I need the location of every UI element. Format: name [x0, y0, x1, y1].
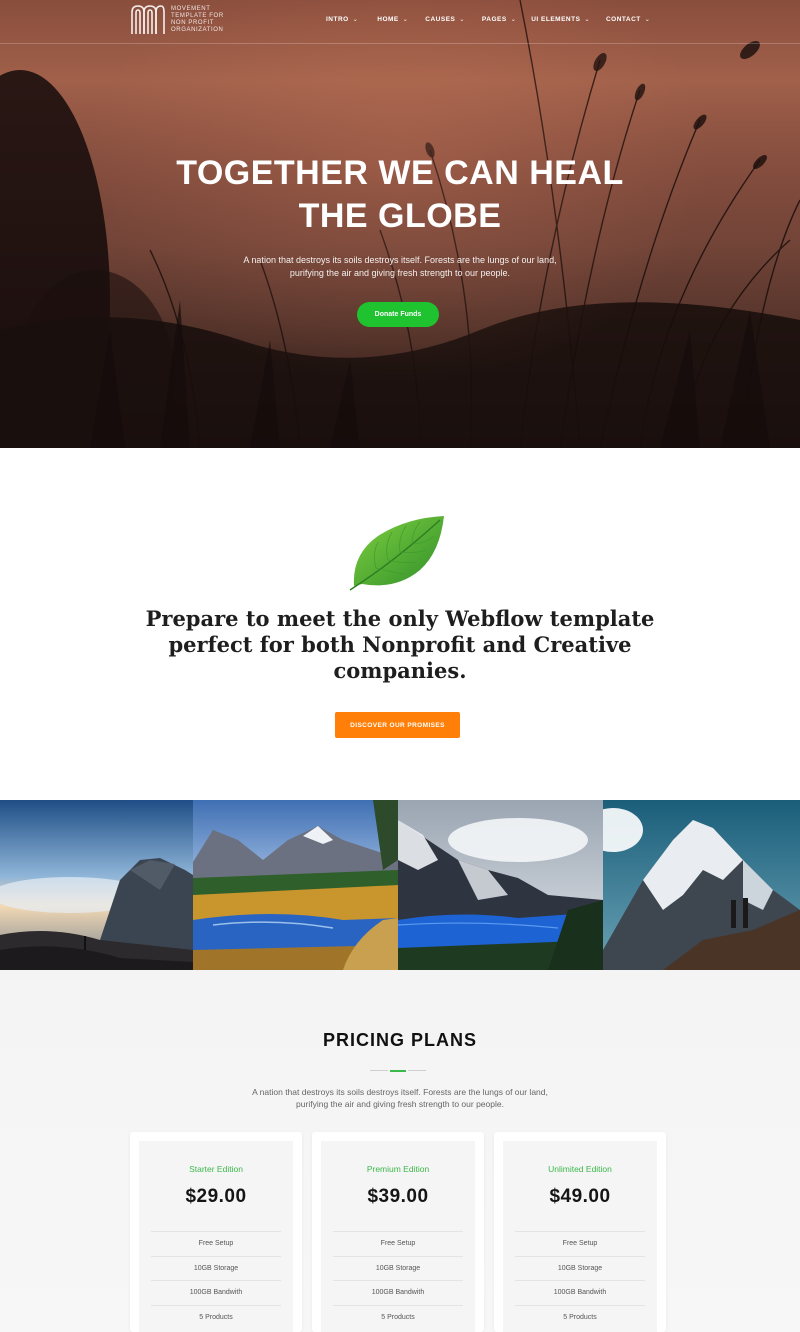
plan-feature: 100GB Bandwith — [333, 1280, 463, 1305]
logo[interactable]: MOVEMENT TEMPLATE FOR NON PROFIT ORGANIZ… — [130, 4, 235, 35]
plan-card-body: Premium Edition $39.00 Free Setup 10GB S… — [321, 1141, 475, 1332]
pricing-title: PRICING PLANS — [322, 1030, 477, 1050]
plan-features: Free Setup 10GB Storage 100GB Bandwith 5… — [151, 1231, 281, 1329]
intro-headline: Prepare to meet the only Webflow templat… — [140, 606, 660, 684]
leaf-icon — [349, 516, 444, 591]
navbar: MOVEMENT TEMPLATE FOR NON PROFIT ORGANIZ… — [0, 0, 800, 44]
donate-funds-button[interactable]: Donate Funds — [357, 302, 439, 327]
nav-item-pages[interactable]: PAGES ⌄ — [482, 16, 516, 23]
image-gallery — [0, 800, 800, 970]
plan-feature: 5 Products — [333, 1304, 463, 1330]
plan-feature: 10GB Storage — [151, 1255, 281, 1281]
plan-feature: Free Setup — [151, 1231, 281, 1256]
chevron-down-icon: ⌄ — [584, 17, 590, 23]
plan-card-body: Unlimited Edition $49.00 Free Setup 10GB… — [503, 1141, 657, 1332]
main-nav: INTRO ⌄ HOME ⌄ CAUSES ⌄ PAGES ⌄ UI ELEME… — [326, 16, 650, 23]
gallery-image-snowy-peak[interactable] — [603, 800, 800, 970]
hero-section: MOVEMENT TEMPLATE FOR NON PROFIT ORGANIZ… — [0, 0, 800, 448]
plan-feature: 10GB Storage — [333, 1255, 463, 1281]
intro-line-2: perfect for both Nonprofit and Creative — [168, 632, 632, 657]
gallery-image-autumn-lake[interactable] — [193, 800, 398, 970]
plan-feature: 5 Products — [151, 1304, 281, 1330]
intro-section: Prepare to meet the only Webflow templat… — [0, 448, 800, 800]
intro-line-1: Prepare to meet the only Webflow templat… — [145, 606, 655, 631]
chevron-down-icon: ⌄ — [352, 17, 359, 23]
logo-text: MOVEMENT TEMPLATE FOR NON PROFIT ORGANIZ… — [171, 5, 224, 33]
discover-promises-button[interactable]: DISCOVER OUR PROMISES — [335, 712, 460, 738]
plan-features: Free Setup 10GB Storage 100GB Bandwith 5… — [333, 1231, 463, 1329]
plan-features: Free Setup 10GB Storage 100GB Bandwith 5… — [515, 1231, 645, 1329]
plan-feature: Free Setup — [515, 1231, 645, 1256]
chevron-down-icon: ⌄ — [459, 17, 465, 23]
nav-item-label: INTRO — [326, 16, 349, 23]
plan-price: $39.00 — [367, 1186, 429, 1207]
plan-card-body: Starter Edition $29.00 Free Setup 10GB S… — [139, 1141, 293, 1332]
intro-line-3: companies. — [333, 658, 467, 683]
plan-card-premium[interactable]: Premium Edition $39.00 Free Setup 10GB S… — [312, 1132, 484, 1332]
hero-title-line-2: THE GLOBE — [298, 197, 502, 235]
plan-price: $29.00 — [185, 1186, 247, 1207]
hero-title-line-1: TOGETHER WE CAN HEAL — [176, 154, 624, 192]
nav-item-causes[interactable]: CAUSES ⌄ — [425, 16, 465, 23]
gallery-image-misty-mountain[interactable] — [0, 800, 193, 970]
pricing-divider — [370, 1070, 426, 1072]
nav-item-label: CAUSES — [425, 16, 456, 23]
nav-item-home[interactable]: HOME ⌄ — [377, 16, 408, 23]
hero-subtitle: A nation that destroys its soils destroy… — [243, 255, 557, 278]
nav-item-intro[interactable]: INTRO ⌄ — [326, 16, 358, 23]
chevron-down-icon: ⌄ — [510, 17, 517, 23]
chevron-down-icon: ⌄ — [644, 17, 651, 23]
plan-card-starter[interactable]: Starter Edition $29.00 Free Setup 10GB S… — [130, 1132, 302, 1332]
plan-name: Premium Edition — [366, 1164, 430, 1174]
plan-feature: 5 Products — [515, 1304, 645, 1330]
chevron-down-icon: ⌄ — [402, 17, 409, 23]
nav-item-label: HOME — [377, 16, 399, 23]
plan-card-unlimited[interactable]: Unlimited Edition $49.00 Free Setup 10GB… — [494, 1132, 666, 1332]
plan-name: Starter Edition — [189, 1164, 243, 1174]
plan-feature: 100GB Bandwith — [515, 1280, 645, 1305]
hero-title: TOGETHER WE CAN HEAL THE GLOBE — [100, 152, 700, 238]
nav-item-label: PAGES — [481, 16, 507, 23]
nav-item-ui-elements[interactable]: UI ELEMENTS ⌄ — [531, 16, 590, 23]
plan-feature: 100GB Bandwith — [151, 1280, 281, 1305]
gallery-image-glacier-lake[interactable] — [398, 800, 603, 970]
plan-name: Unlimited Edition — [548, 1164, 612, 1174]
pricing-subtitle: A nation that destroys its soils destroy… — [252, 1087, 548, 1109]
nav-item-label: CONTACT — [605, 16, 641, 23]
plan-feature: Free Setup — [333, 1231, 463, 1256]
nav-item-label: UI ELEMENTS — [531, 16, 581, 23]
plan-feature: 10GB Storage — [515, 1255, 645, 1281]
nav-item-contact[interactable]: CONTACT ⌄ — [606, 16, 650, 23]
pricing-section: PRICING PLANS A nation that destroys its… — [0, 970, 800, 1332]
logo-icon — [131, 5, 165, 34]
plan-price: $49.00 — [549, 1186, 611, 1207]
